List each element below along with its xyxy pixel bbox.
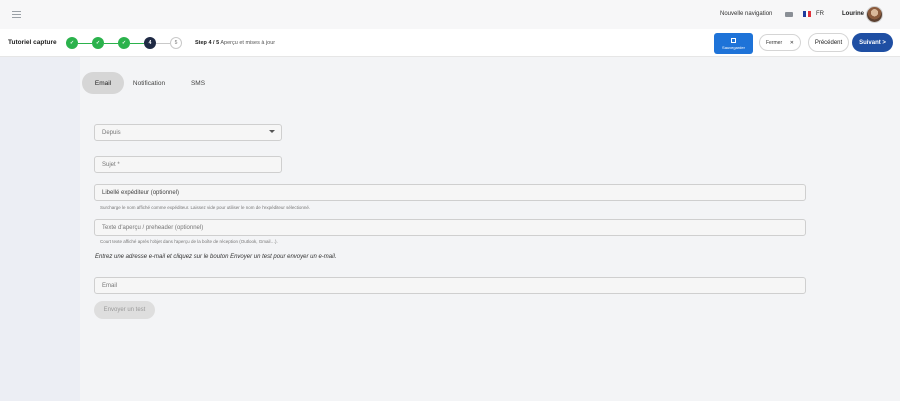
step-2-check-icon[interactable]: ✓	[92, 37, 104, 49]
previous-button[interactable]: Précédent	[808, 33, 849, 52]
channel-tabs: Email Notification SMS	[82, 72, 218, 94]
preheader-placeholder: Texte d'aperçu / preheader (optionnel)	[102, 224, 204, 231]
new-navigation-label: Nouvelle navigation	[720, 11, 773, 17]
step-connector	[130, 42, 144, 44]
preheader-hint: Court texte affiché après l'objet dans l…	[100, 239, 278, 244]
step-connector	[156, 42, 170, 44]
new-navigation-toggle[interactable]	[785, 12, 793, 17]
send-test-button[interactable]: Envoyer un test	[94, 301, 155, 319]
from-select-value: Depuis	[102, 129, 121, 136]
chevron-down-icon	[269, 130, 275, 133]
from-select[interactable]: Depuis	[94, 124, 282, 141]
step-connector	[78, 42, 92, 44]
save-icon	[731, 37, 736, 43]
tab-sms[interactable]: SMS	[178, 72, 218, 94]
close-button-label: Fermer	[766, 39, 783, 46]
tab-notification[interactable]: Notification	[124, 72, 174, 94]
top-nav: Nouvelle navigation FR Lourine	[0, 0, 900, 29]
french-flag-icon[interactable]	[803, 11, 812, 17]
email-placeholder: Email	[102, 282, 118, 289]
sender-label-hint: Surcharge le nom affiché comme expéditeu…	[100, 205, 311, 210]
tutorial-title: Tutoriel capture	[8, 39, 57, 46]
step-1-check-icon[interactable]: ✓	[66, 37, 78, 49]
close-button[interactable]: Fermer ✕	[759, 34, 801, 51]
subject-placeholder: Sujet *	[102, 161, 120, 168]
next-button[interactable]: Suivant >	[852, 33, 893, 52]
avatar[interactable]	[866, 6, 883, 23]
step-4-current[interactable]: 4	[144, 37, 156, 49]
step-5-todo[interactable]: 5	[170, 37, 182, 49]
tab-email[interactable]: Email	[82, 72, 124, 94]
stepper: ✓ ✓ ✓ 4 5	[66, 36, 182, 50]
step-counter: Step 4 / 5	[195, 40, 220, 46]
sender-label-field[interactable]: Libellé expéditeur (optionnel)	[94, 184, 806, 201]
sender-label-placeholder: Libellé expéditeur (optionnel)	[102, 189, 180, 196]
subject-field[interactable]: Sujet *	[94, 156, 282, 173]
preheader-field[interactable]: Texte d'aperçu / preheader (optionnel)	[94, 219, 806, 236]
step-label: Step 4 / 5 Aperçu et mises à jour	[195, 40, 275, 46]
step-description: Aperçu et mises à jour	[220, 40, 276, 46]
menu-icon[interactable]	[12, 11, 21, 18]
save-button[interactable]: Sauvegarder	[714, 33, 753, 54]
user-name[interactable]: Lourine	[842, 11, 864, 17]
test-instruction: Entrez une adresse e-mail et cliquez sur…	[95, 254, 337, 260]
language-selector[interactable]: FR	[816, 11, 824, 17]
save-button-label: Sauvegarder	[722, 44, 745, 50]
step-3-check-icon[interactable]: ✓	[118, 37, 130, 49]
step-connector	[104, 42, 118, 44]
close-icon: ✕	[789, 39, 794, 46]
email-field[interactable]: Email	[94, 277, 806, 294]
left-panel	[0, 57, 80, 401]
